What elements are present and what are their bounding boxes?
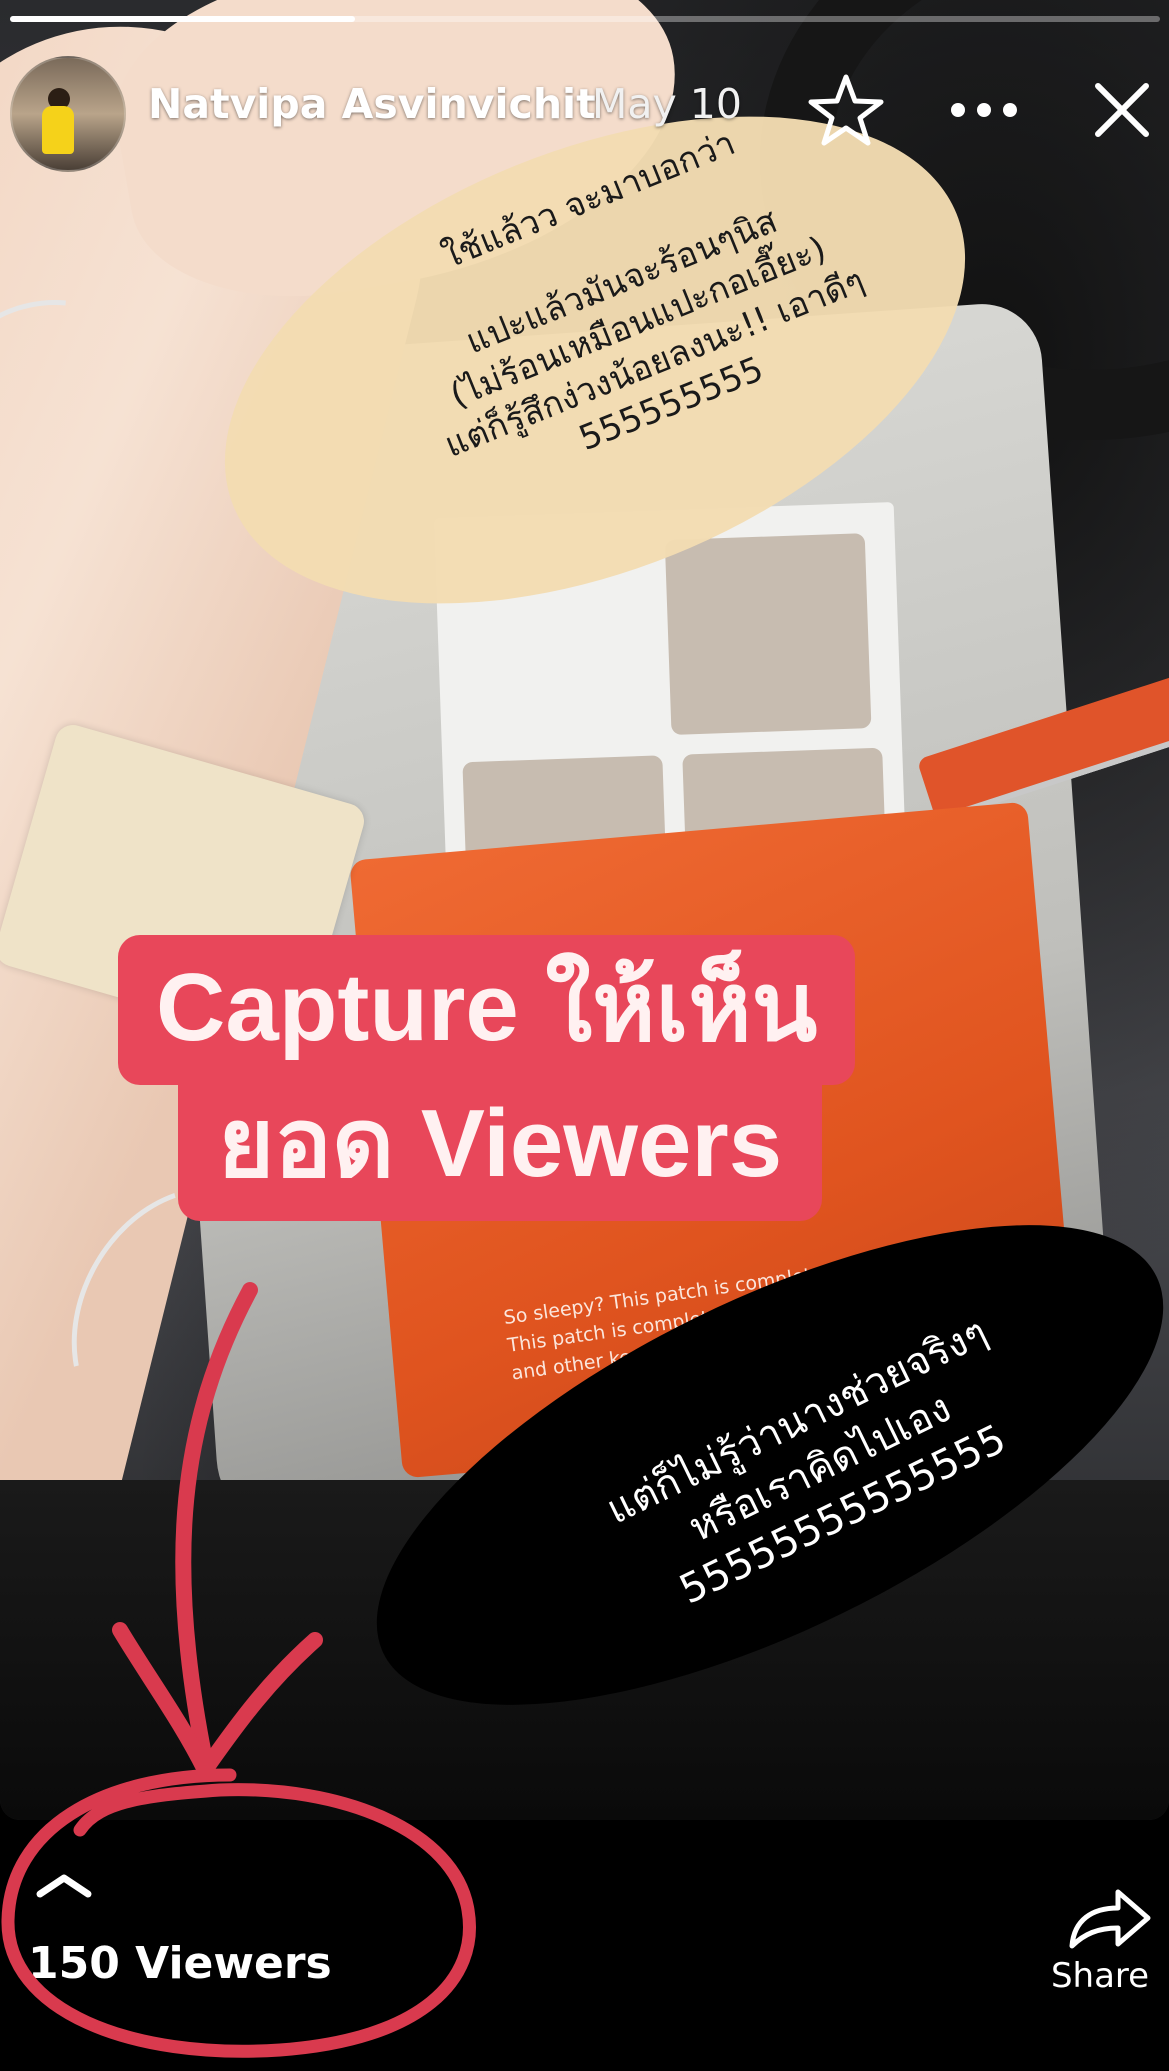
story-screen: So sleepy? This patch is complete with B…	[0, 0, 1169, 2071]
avatar[interactable]	[10, 56, 126, 172]
patch-pad	[664, 533, 872, 735]
close-icon	[1095, 83, 1149, 137]
more-icon	[951, 103, 1017, 117]
viewers-button[interactable]: 150 Viewers	[28, 1870, 388, 2010]
red-caption: Capture ให้เห็น ยอด Viewers	[118, 935, 1048, 1221]
star-icon	[808, 74, 884, 146]
caption-line-1: Capture ให้เห็น	[118, 935, 856, 1085]
share-label: Share	[1050, 1956, 1150, 1996]
more-button[interactable]	[942, 68, 1026, 152]
user-name[interactable]: Natvipa Asvinvichit	[148, 80, 596, 128]
caption-line-2: ยอด Viewers	[178, 1075, 823, 1221]
story-header: Natvipa Asvinvichit May 10	[0, 50, 1169, 172]
share-icon	[1069, 1889, 1151, 1949]
chevron-up-icon	[36, 1874, 92, 1898]
post-date: May 10	[592, 80, 742, 128]
star-button[interactable]	[804, 68, 888, 152]
avatar-body	[42, 106, 74, 154]
story-progress-fill	[10, 16, 355, 22]
story-photo[interactable]: So sleepy? This patch is complete with B…	[0, 0, 1169, 1820]
viewers-count: 150 Viewers	[28, 1938, 332, 1989]
share-button[interactable]: Share	[1040, 1880, 1160, 2010]
story-progress-bar	[10, 16, 1160, 22]
close-button[interactable]	[1080, 68, 1164, 152]
